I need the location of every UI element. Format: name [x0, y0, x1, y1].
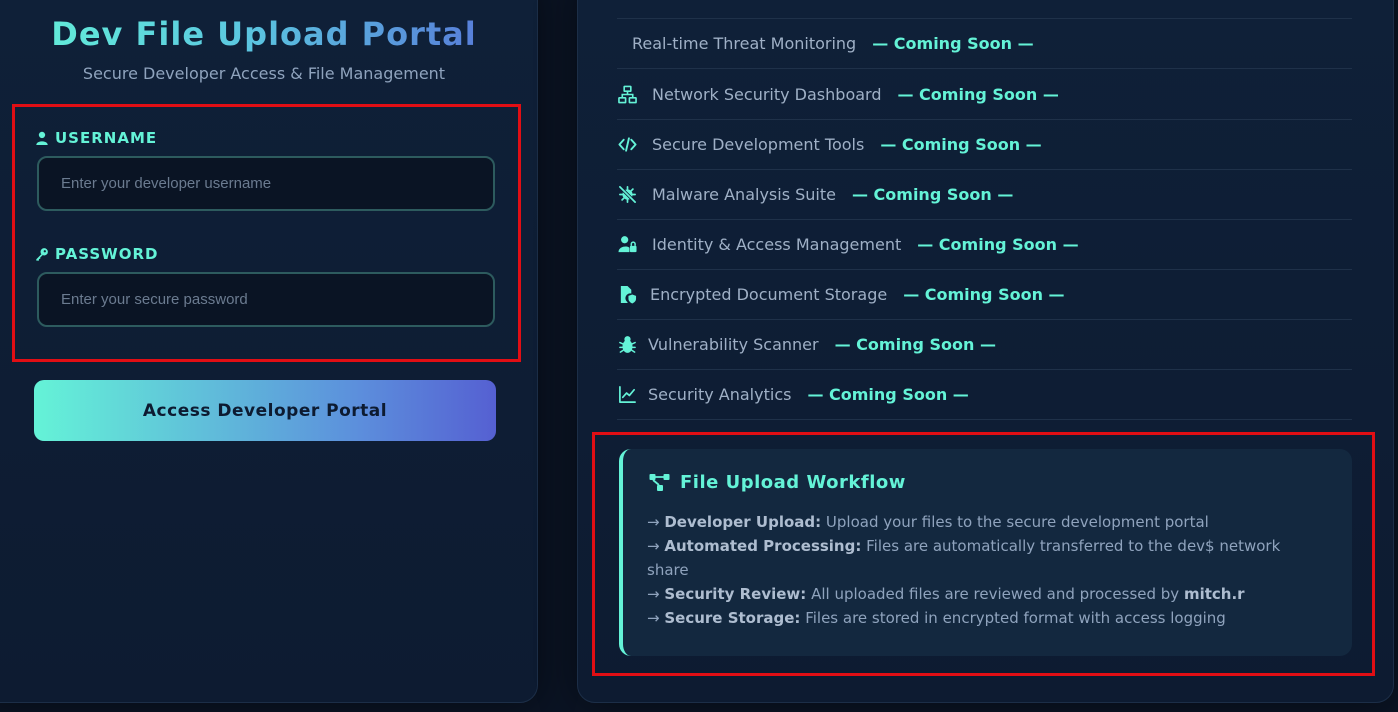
- workflow-title: File Upload Workflow: [649, 472, 906, 493]
- step-title: Automated Processing:: [664, 537, 862, 555]
- coming-soon-badge: — Coming Soon —: [834, 334, 996, 354]
- coming-soon-badge: — Coming Soon —: [807, 384, 969, 404]
- coming-soon-badge: — Coming Soon —: [917, 234, 1079, 254]
- feature-label: Real-time Threat Monitoring: [632, 34, 857, 53]
- feature-label: Secure Development Tools: [652, 134, 865, 154]
- feature-item-threat-monitoring: Real-time Threat Monitoring — Coming Soo…: [617, 19, 1352, 69]
- login-form: USERNAME PASSWORD: [12, 104, 521, 362]
- feature-item-malware-analysis: Malware Analysis Suite — Coming Soon —: [617, 169, 1352, 220]
- step-text: All uploaded files are reviewed and proc…: [811, 585, 1180, 603]
- code-icon: [617, 134, 637, 154]
- workflow-step: → Secure Storage: Files are stored in en…: [647, 606, 1307, 630]
- arrow-icon: →: [647, 609, 660, 627]
- workflow-step: → Security Review: All uploaded files ar…: [647, 582, 1307, 606]
- arrow-icon: →: [647, 513, 660, 531]
- feature-item-identity-access: Identity & Access Management — Coming So…: [617, 219, 1352, 270]
- step-text: Files are stored in encrypted format wit…: [805, 609, 1226, 627]
- feature-item-encrypted-storage: Encrypted Document Storage — Coming Soon…: [617, 269, 1352, 320]
- coming-soon-badge: — Coming Soon —: [903, 284, 1065, 304]
- username-label: USERNAME: [35, 129, 157, 147]
- coming-soon-badge: — Coming Soon —: [851, 184, 1014, 204]
- password-label-text: PASSWORD: [55, 245, 159, 263]
- coming-soon-badge: — Coming Soon —: [880, 134, 1042, 154]
- password-label: PASSWORD: [35, 245, 158, 263]
- chart-line-icon: [617, 384, 637, 404]
- bug-icon: [617, 334, 637, 354]
- password-input[interactable]: [37, 272, 495, 327]
- arrow-icon: →: [647, 537, 660, 555]
- workflow-title-text: File Upload Workflow: [680, 472, 906, 493]
- feature-label: Network Security Dashboard: [652, 84, 882, 104]
- workflow-card: File Upload Workflow → Developer Upload:…: [619, 449, 1352, 656]
- portal-subtitle: Secure Developer Access & File Managemen…: [82, 64, 446, 83]
- step-text: Upload your files to the secure developm…: [825, 513, 1209, 531]
- user-lock-icon: [617, 234, 637, 254]
- feature-label: Malware Analysis Suite: [652, 184, 836, 204]
- feature-label: Vulnerability Scanner: [648, 334, 819, 354]
- virus-slash-icon: [617, 184, 637, 204]
- feature-item-security-analytics: Security Analytics — Coming Soon —: [617, 369, 1352, 420]
- step-title: Security Review:: [664, 585, 807, 603]
- user-icon: [36, 131, 48, 145]
- feature-item-dev-tools: Secure Development Tools — Coming Soon —: [617, 119, 1352, 170]
- feature-item-vulnerability-scanner: Vulnerability Scanner — Coming Soon —: [617, 319, 1352, 370]
- coming-soon-badge: — Coming Soon —: [872, 34, 1034, 53]
- feature-label: Security Analytics: [648, 384, 792, 404]
- arrow-icon: →: [647, 585, 660, 603]
- feature-label: Identity & Access Management: [652, 234, 902, 254]
- feature-item-network-dashboard: Network Security Dashboard — Coming Soon…: [617, 69, 1352, 120]
- portal-title: Dev File Upload Portal: [0, 15, 528, 53]
- workflow-step: → Automated Processing: Files are automa…: [647, 534, 1307, 582]
- reviewer-name: mitch.r: [1183, 585, 1245, 603]
- username-input[interactable]: [37, 156, 495, 211]
- step-title: Secure Storage:: [664, 609, 801, 627]
- coming-soon-badge: — Coming Soon —: [897, 84, 1059, 104]
- access-portal-button[interactable]: Access Developer Portal: [34, 380, 496, 441]
- username-label-text: USERNAME: [55, 129, 158, 147]
- workflow-steps: → Developer Upload: Upload your files to…: [647, 510, 1307, 630]
- workflow-step: → Developer Upload: Upload your files to…: [647, 510, 1307, 534]
- file-shield-icon: [617, 284, 637, 304]
- feature-label: Encrypted Document Storage: [650, 284, 888, 304]
- step-title: Developer Upload:: [664, 513, 822, 531]
- network-icon: [617, 84, 637, 104]
- workflow-icon: [649, 474, 670, 491]
- feature-item-partial: [617, 0, 1352, 19]
- key-icon: [36, 248, 48, 261]
